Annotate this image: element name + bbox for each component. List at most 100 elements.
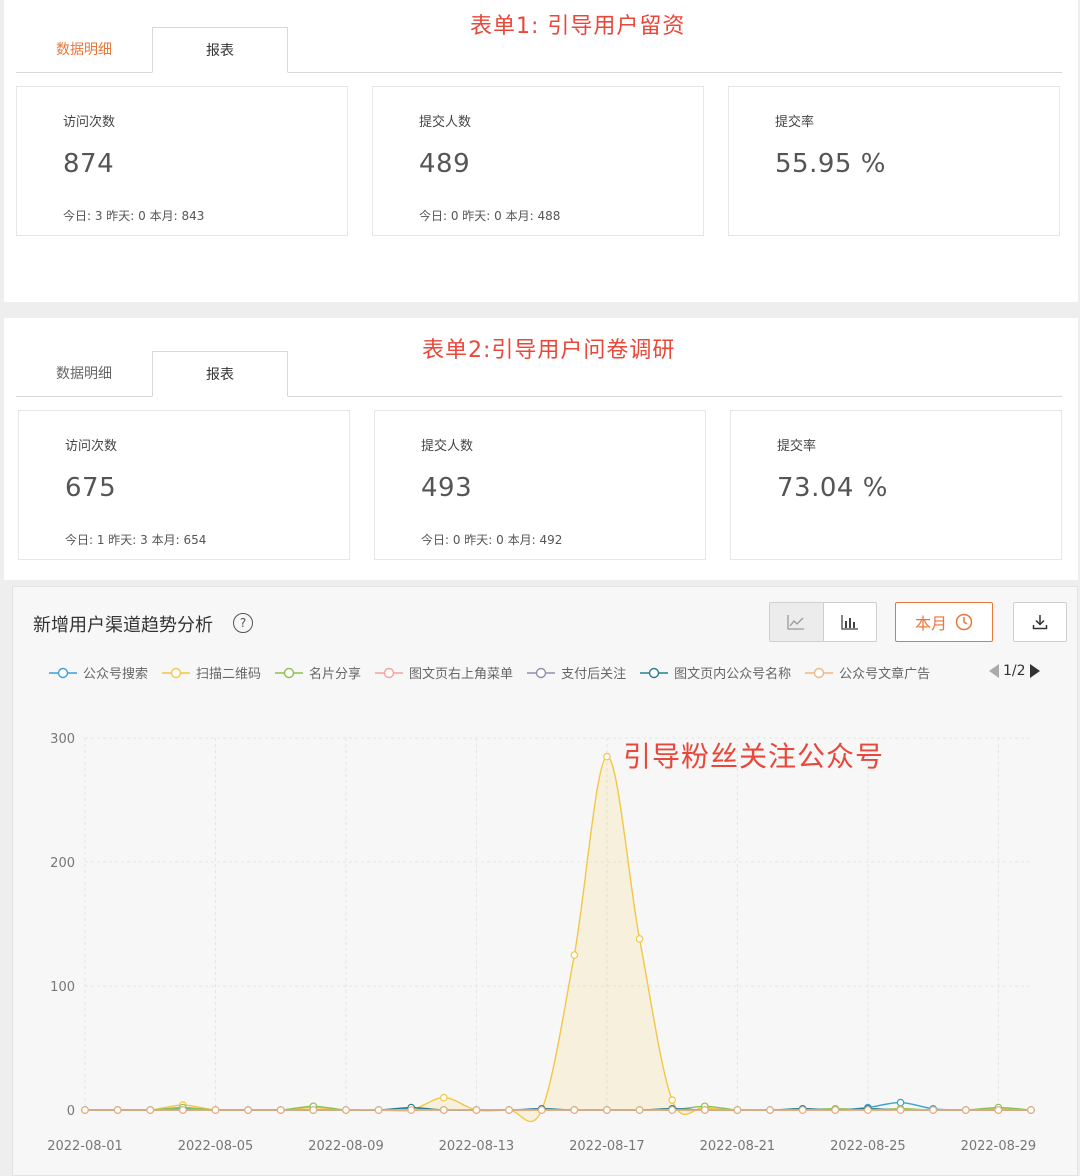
tab-data-detail[interactable]: 数据明细	[16, 27, 152, 73]
data-point	[342, 1106, 350, 1114]
legend-item[interactable]: 图文页右上角菜单	[375, 663, 513, 682]
data-point	[407, 1106, 416, 1114]
data-point	[1027, 1106, 1035, 1114]
visits-card: 访问次数 675 今日: 1 昨天: 3 本月: 654	[18, 410, 350, 560]
submitters-label: 提交人数	[421, 439, 474, 454]
line-chart-button[interactable]	[770, 603, 824, 641]
data-point	[635, 935, 644, 943]
submitters-card: 提交人数 489 今日: 0 昨天: 0 本月: 488	[372, 86, 704, 236]
submitters-value: 493	[421, 473, 473, 503]
legend-marker-icon	[275, 667, 304, 678]
data-point	[440, 1093, 448, 1102]
download-button[interactable]	[1013, 602, 1067, 642]
chart-type-toggle	[769, 602, 877, 642]
x-tick-label: 2022-08-13	[439, 1139, 515, 1154]
data-point	[603, 1106, 611, 1114]
legend-item[interactable]: 图文页内公众号名称	[640, 663, 791, 682]
data-point	[864, 1106, 872, 1114]
legend-label: 公众号搜索	[83, 667, 149, 682]
data-point	[81, 1106, 89, 1114]
visits-label: 访问次数	[65, 439, 118, 454]
y-tick-label: 200	[50, 856, 75, 871]
legend-marker-icon	[375, 667, 404, 678]
tab-report[interactable]: 报表	[152, 351, 288, 397]
data-point	[570, 1106, 579, 1114]
data-point	[831, 1106, 840, 1114]
x-tick-label: 2022-08-01	[47, 1139, 123, 1154]
data-point	[994, 1106, 1003, 1114]
bar-chart-icon	[841, 615, 858, 630]
submitters-value: 489	[419, 149, 471, 179]
data-point	[929, 1106, 937, 1114]
data-point	[896, 1106, 905, 1114]
form2-tabs: 数据明细 报表	[16, 348, 1062, 397]
legend-marker-icon	[805, 667, 834, 678]
data-point	[146, 1106, 155, 1114]
data-point	[374, 1106, 383, 1114]
visits-value: 874	[63, 149, 115, 179]
data-point	[766, 1106, 774, 1114]
legend-item[interactable]: 公众号文章广告	[805, 663, 930, 682]
trend-chart-panel: 0 100 200 300 2022-08-01 2022-08-05 2022-08-09…	[12, 586, 1078, 1176]
series-area	[85, 756, 1031, 1122]
form1-tabs: 数据明细 报表	[16, 24, 1062, 73]
data-point	[668, 1096, 676, 1104]
y-tick-label: 100	[50, 980, 75, 995]
visits-card: 访问次数 874 今日: 3 昨天: 0 本月: 843	[16, 86, 348, 236]
legend-pager: 1/2	[989, 663, 1040, 679]
submit-rate-value: 55.95 %	[775, 149, 886, 179]
data-point	[179, 1106, 187, 1114]
question-circle-icon[interactable]: ?	[233, 613, 253, 633]
legend-label: 扫描二维码	[196, 667, 262, 682]
data-point	[700, 1106, 709, 1114]
tab-data-detail[interactable]: 数据明细	[16, 351, 152, 397]
legend-label: 名片分享	[309, 667, 362, 682]
submitters-sub: 今日: 0 昨天: 0 本月: 488	[419, 209, 561, 223]
x-tick-label: 2022-08-21	[700, 1139, 776, 1154]
chart-title: 新增用户渠道趋势分析	[33, 615, 213, 636]
submit-rate-value: 73.04 %	[777, 473, 888, 503]
chart-legend: 公众号搜索 扫描二维码 名片分享 图文页右上角菜单 支付后关注 图文页内公众号名称 公众号文…	[49, 663, 989, 687]
data-point	[211, 1106, 220, 1114]
x-tick-label: 2022-08-09	[308, 1139, 384, 1154]
visits-value: 675	[65, 473, 117, 503]
legend-marker-icon	[527, 667, 556, 678]
visits-sub: 今日: 3 昨天: 0 本月: 843	[63, 209, 205, 223]
data-point	[603, 752, 611, 761]
month-filter-button[interactable]: 本月	[895, 602, 993, 642]
data-point	[537, 1106, 546, 1114]
legend-label: 支付后关注	[561, 667, 627, 682]
data-point	[798, 1106, 807, 1114]
tab-report[interactable]: 报表	[152, 27, 288, 73]
submit-rate-card: 提交率 73.04 %	[730, 410, 1062, 560]
legend-item[interactable]: 扫描二维码	[162, 663, 261, 682]
legend-prev-icon[interactable]	[989, 664, 999, 678]
data-point	[635, 1106, 644, 1114]
data-point	[276, 1106, 285, 1114]
x-tick-label: 2022-08-17	[569, 1139, 645, 1154]
clock-icon	[955, 613, 973, 631]
legend-label: 图文页内公众号名称	[674, 667, 792, 682]
legend-page-indicator: 1/2	[1003, 663, 1026, 679]
submitters-label: 提交人数	[419, 115, 472, 130]
visits-sub: 今日: 1 昨天: 3 本月: 654	[65, 533, 207, 547]
submit-rate-label: 提交率	[777, 439, 817, 454]
data-point	[961, 1106, 970, 1114]
y-tick-label: 300	[50, 732, 75, 747]
legend-item[interactable]: 公众号搜索	[49, 663, 148, 682]
legend-label: 图文页右上角菜单	[409, 667, 514, 682]
legend-next-icon[interactable]	[1029, 664, 1040, 678]
form2-panel: 表单2:引导用户问卷调研 数据明细 报表 访问次数 675 今日: 1 昨天: …	[4, 318, 1078, 580]
data-point	[440, 1106, 448, 1114]
month-label: 本月	[914, 614, 947, 633]
data-point	[668, 1106, 676, 1114]
x-tick-label: 2022-08-05	[178, 1139, 254, 1154]
legend-item[interactable]: 名片分享	[275, 663, 361, 682]
data-point	[472, 1106, 481, 1114]
submitters-sub: 今日: 0 昨天: 0 本月: 492	[421, 533, 563, 547]
legend-label: 公众号文章广告	[839, 667, 931, 682]
bar-chart-button[interactable]	[824, 603, 877, 641]
submit-rate-card: 提交率 55.95 %	[728, 86, 1060, 236]
legend-item[interactable]: 支付后关注	[527, 663, 626, 682]
legend-marker-icon	[162, 667, 191, 678]
